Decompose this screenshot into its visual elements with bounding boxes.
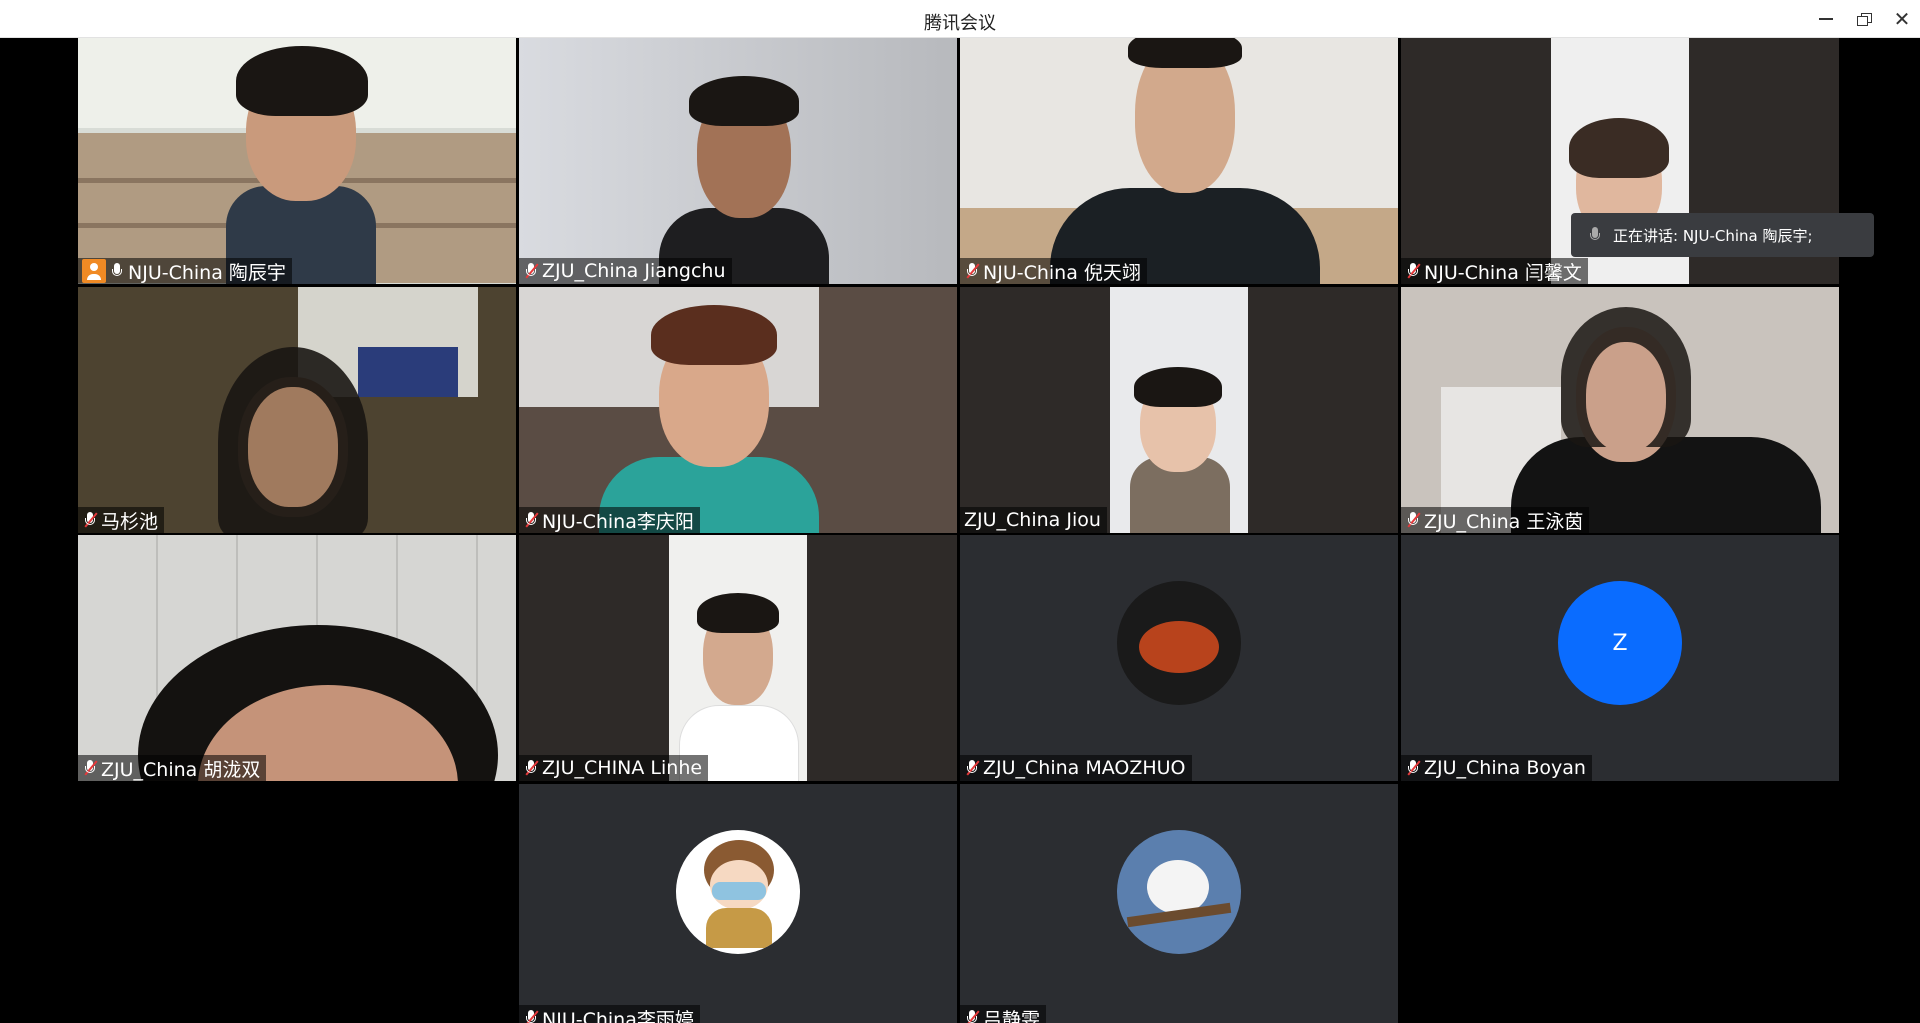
participant-video [78, 287, 516, 533]
mic-muted-icon [964, 759, 980, 777]
participant-tile[interactable]: NJU-China 陶辰宇 [78, 38, 516, 284]
participant-name-bar: ZJU_China MAOZHUO [960, 755, 1192, 781]
participant-name-bar: NJU-China 陶辰宇 [78, 258, 292, 284]
active-speaker-text: 正在讲话: NJU-China 陶辰宇; [1613, 226, 1813, 245]
close-icon: ✕ [1893, 7, 1911, 31]
mic-muted-icon [1405, 262, 1421, 280]
participant-name-bar: NJU-China李雨婷 [519, 1005, 700, 1023]
participant-tile[interactable]: NJU-China李雨婷 [519, 784, 957, 1023]
participant-name: NJU-China李雨婷 [542, 1008, 694, 1023]
participant-tile[interactable]: ZJU_China MAOZHUO [960, 535, 1398, 781]
host-icon [82, 259, 106, 283]
participant-video [519, 287, 957, 533]
participant-video [78, 535, 516, 781]
letter-avatar: Z [1558, 581, 1682, 705]
active-speaker-indicator: 正在讲话: NJU-China 陶辰宇; [1571, 213, 1874, 257]
participant-name-bar: ZJU_China 胡泷双 [78, 755, 267, 781]
participant-tile[interactable]: ZJU_China Jiangchu [519, 38, 957, 284]
participant-tile[interactable]: Z ZJU_China Boyan [1401, 535, 1839, 781]
participant-name-bar: ZJU_China Jiangchu [519, 258, 732, 284]
restore-button[interactable] [1846, 0, 1882, 38]
participant-name: ZJU_China Jiangchu [542, 260, 726, 282]
mic-muted-icon [523, 1009, 539, 1023]
participant-name-bar: NJU-China 闫馨文 [1401, 258, 1588, 284]
participant-tile[interactable]: NJU-China李庆阳 [519, 287, 957, 533]
minimize-icon [1819, 18, 1833, 20]
participant-video [1110, 287, 1248, 533]
participant-name: ZJU_China 胡泷双 [101, 758, 261, 781]
participant-name: 吕静雯 [983, 1008, 1041, 1023]
participant-tile[interactable]: ZJU_CHINA Linhe [519, 535, 957, 781]
mic-muted-icon [1405, 759, 1421, 777]
app-title: 腾讯会议 [924, 13, 996, 34]
profile-avatar [1117, 581, 1241, 705]
participant-tile[interactable]: ZJU_China 胡泷双 [78, 535, 516, 781]
participant-video [78, 38, 516, 284]
participant-name-bar: ZJU_CHINA Linhe [519, 755, 709, 781]
restore-icon [1857, 13, 1872, 26]
participant-name: NJU-China 闫馨文 [1424, 261, 1582, 284]
participant-name: ZJU_China MAOZHUO [983, 757, 1186, 779]
minimize-button[interactable] [1808, 0, 1844, 38]
title-bar: 腾讯会议 ✕ [0, 0, 1920, 38]
mic-muted-icon [523, 511, 539, 529]
mic-muted-icon [964, 1009, 980, 1023]
mic-muted-icon [1405, 511, 1421, 529]
participant-tile[interactable]: NJU-China 倪天翊 [960, 38, 1398, 284]
participant-tile[interactable]: 马杉池 [78, 287, 516, 533]
participant-tile[interactable]: ZJU_China Jiou [960, 287, 1398, 533]
mic-muted-icon [523, 759, 539, 777]
video-grid: NJU-China 陶辰宇 ZJU_China Jiangchu NJU-Chi… [0, 38, 1920, 1023]
mic-muted-icon [964, 262, 980, 280]
mic-icon [109, 262, 125, 280]
profile-avatar [676, 830, 800, 954]
participant-name-bar: ZJU_China 王泳茵 [1401, 507, 1590, 533]
participant-video [1401, 287, 1839, 533]
participant-tile[interactable]: ZJU_China 王泳茵 [1401, 287, 1839, 533]
close-button[interactable]: ✕ [1884, 0, 1920, 38]
participant-video [960, 38, 1398, 284]
mic-muted-icon [82, 759, 98, 777]
participant-name: NJU-China李庆阳 [542, 510, 694, 533]
participant-name-bar: ZJU_China Jiou [960, 507, 1107, 533]
participant-name-bar: ZJU_China Boyan [1401, 755, 1592, 781]
participant-name: ZJU_China Boyan [1424, 757, 1586, 779]
participant-name: ZJU_China 王泳茵 [1424, 510, 1584, 533]
participant-name: 马杉池 [101, 510, 159, 533]
participant-tile[interactable]: 吕静雯 [960, 784, 1398, 1023]
mic-icon [1587, 226, 1603, 244]
mic-muted-icon [523, 262, 539, 280]
participant-name-bar: 马杉池 [78, 507, 165, 533]
participant-name: ZJU_China Jiou [964, 509, 1101, 531]
participant-name: NJU-China 倪天翊 [983, 261, 1141, 284]
participant-video [519, 38, 957, 284]
participant-name-bar: NJU-China李庆阳 [519, 507, 700, 533]
mic-muted-icon [82, 511, 98, 529]
participant-name-bar: NJU-China 倪天翊 [960, 258, 1147, 284]
participant-name-bar: 吕静雯 [960, 1005, 1047, 1023]
profile-avatar [1117, 830, 1241, 954]
participant-video [669, 535, 807, 781]
participant-name: ZJU_CHINA Linhe [542, 757, 703, 779]
participant-name: NJU-China 陶辰宇 [128, 261, 286, 284]
